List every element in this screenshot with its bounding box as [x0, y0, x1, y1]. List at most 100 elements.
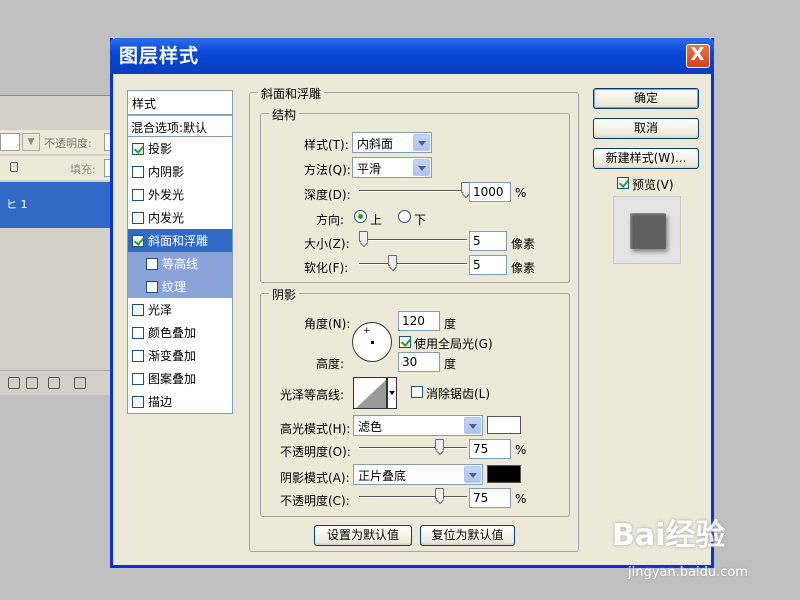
- style-item-checkbox[interactable]: [132, 349, 144, 362]
- style-item-checkbox[interactable]: [132, 303, 144, 316]
- fill-label: 填充:: [70, 163, 96, 176]
- style-item-checkbox[interactable]: [132, 234, 144, 247]
- style-item-label: 描边: [148, 395, 173, 409]
- mask-icon[interactable]: [48, 377, 60, 389]
- altitude-input[interactable]: 30: [398, 352, 440, 372]
- folder-icon[interactable]: [74, 377, 86, 389]
- style-item-checkbox[interactable]: [132, 372, 144, 385]
- technique-select[interactable]: 平滑: [352, 157, 432, 178]
- shadow-mode-select[interactable]: 正片叠底: [353, 464, 483, 485]
- style-item-checkbox[interactable]: [132, 165, 144, 178]
- close-button[interactable]: X: [686, 44, 710, 68]
- style-item-checkbox[interactable]: [132, 188, 144, 201]
- highlight-opacity-input[interactable]: 75: [469, 439, 511, 459]
- reset-default-button[interactable]: 复位为默认值: [420, 525, 515, 546]
- opacity-label: 不透明度:: [44, 137, 92, 150]
- direction-down-label: 下: [414, 213, 427, 227]
- style-item-checkbox[interactable]: [146, 280, 158, 293]
- style-item-checkbox[interactable]: [132, 326, 144, 339]
- chevron-down-icon[interactable]: [464, 417, 481, 434]
- layers-bottom-bar: [0, 370, 112, 394]
- style-item-checkbox[interactable]: [146, 257, 158, 270]
- direction-down-radio[interactable]: [398, 210, 411, 223]
- ok-button[interactable]: 确定: [593, 88, 699, 109]
- style-item-checkbox[interactable]: [132, 395, 144, 408]
- depth-input[interactable]: 1000: [469, 182, 511, 202]
- style-item-label: 颜色叠加: [148, 326, 197, 340]
- preview-label: 预览(V): [632, 178, 674, 192]
- new-style-button[interactable]: 新建样式(W)...: [593, 148, 699, 169]
- fx-icon[interactable]: [26, 377, 38, 389]
- shadow-opacity-slider[interactable]: [359, 496, 467, 498]
- size-slider-thumb[interactable]: [359, 231, 369, 242]
- lock-icon[interactable]: [10, 162, 18, 172]
- size-input[interactable]: 5: [469, 231, 507, 251]
- direction-up-radio[interactable]: [354, 210, 367, 223]
- style-item[interactable]: 颜色叠加: [128, 321, 232, 344]
- structure-title: 结构: [269, 106, 300, 123]
- style-item[interactable]: 渐变叠加: [128, 344, 232, 367]
- cancel-button[interactable]: 取消: [593, 118, 699, 139]
- style-preview: [613, 196, 681, 264]
- chevron-down-icon[interactable]: [413, 159, 430, 176]
- global-light-checkbox[interactable]: [399, 336, 411, 348]
- style-item[interactable]: 描边: [128, 390, 232, 413]
- structure-group: 结构 样式(T): 内斜面 方法(Q): 平滑 深度(D): 1000 % 方向…: [260, 106, 570, 283]
- highlight-mode-select[interactable]: 滤色: [353, 415, 483, 436]
- angle-dial[interactable]: +: [352, 322, 392, 362]
- chevron-down-icon[interactable]: [464, 466, 481, 483]
- close-icon: X: [690, 44, 706, 65]
- soften-input[interactable]: 5: [469, 255, 507, 275]
- preview-checkbox[interactable]: [617, 177, 629, 189]
- soften-slider[interactable]: [359, 263, 467, 265]
- baidu-watermark-logo: Bai经验: [612, 518, 726, 553]
- style-select[interactable]: 内斜面: [352, 132, 432, 153]
- style-item-checkbox[interactable]: [132, 142, 144, 155]
- depth-label: 深度(D):: [304, 188, 351, 202]
- blend-mode-box[interactable]: [0, 133, 20, 151]
- chevron-down-icon[interactable]: ▼: [22, 133, 40, 151]
- bevel-emboss-group: 斜面和浮雕 结构 样式(T): 内斜面 方法(Q): 平滑 深度(D): 100…: [249, 85, 579, 552]
- altitude-label: 高度:: [316, 357, 345, 371]
- dialog-titlebar: 图层样式 X: [110, 38, 714, 74]
- style-item[interactable]: 投影: [128, 137, 232, 160]
- chevron-down-icon[interactable]: [413, 134, 430, 151]
- style-item-checkbox[interactable]: [132, 211, 144, 224]
- layers-blend-row: ▼ 不透明度:: [0, 130, 114, 154]
- style-item-label: 等高线: [162, 257, 199, 271]
- shading-title: 阴影: [269, 286, 300, 303]
- style-item[interactable]: 光泽: [128, 298, 232, 321]
- layer-row[interactable]: ヒ 1: [0, 182, 112, 228]
- highlight-color-swatch[interactable]: [487, 416, 521, 434]
- soften-slider-thumb[interactable]: [388, 255, 398, 266]
- size-label: 大小(Z):: [304, 237, 350, 251]
- blend-options-item[interactable]: 混合选项:默认: [128, 115, 232, 137]
- global-light-label: 使用全局光(G): [414, 337, 493, 351]
- angle-input[interactable]: 120: [398, 311, 440, 331]
- style-item[interactable]: 等高线: [128, 252, 232, 275]
- highlight-opacity-slider[interactable]: [359, 447, 467, 449]
- chevron-down-icon[interactable]: [387, 377, 397, 409]
- depth-slider[interactable]: [359, 190, 467, 192]
- layer-name: ヒ 1: [6, 198, 28, 211]
- style-item[interactable]: 内阴影: [128, 160, 232, 183]
- style-item[interactable]: 内发光: [128, 206, 232, 229]
- shadow-opacity-thumb[interactable]: [435, 488, 444, 499]
- shadow-opacity-input[interactable]: 75: [469, 488, 511, 508]
- style-item[interactable]: 图案叠加: [128, 367, 232, 390]
- style-item[interactable]: 斜面和浮雕: [128, 229, 232, 252]
- style-item[interactable]: 纹理: [128, 275, 232, 298]
- highlight-opacity-label: 不透明度(O):: [280, 445, 351, 459]
- crosshair-icon: +: [363, 326, 371, 336]
- link-icon[interactable]: [8, 377, 20, 389]
- angle-dial-center: [371, 341, 374, 344]
- baidu-watermark-url: jingyan.baidu.com: [628, 565, 748, 580]
- size-slider[interactable]: [359, 239, 467, 241]
- set-default-button[interactable]: 设置为默认值: [314, 525, 412, 546]
- style-item[interactable]: 外发光: [128, 183, 232, 206]
- style-list-header[interactable]: 样式: [128, 91, 232, 115]
- highlight-opacity-thumb[interactable]: [435, 439, 444, 450]
- shadow-color-swatch[interactable]: [487, 465, 521, 483]
- gloss-contour-swatch[interactable]: [353, 377, 387, 409]
- antialias-checkbox[interactable]: [411, 386, 423, 398]
